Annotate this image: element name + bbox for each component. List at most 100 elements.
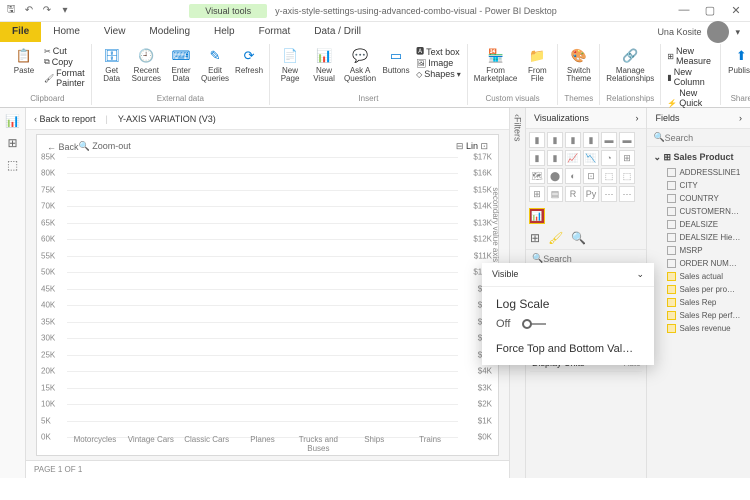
viz-back-button[interactable]: ← Back xyxy=(47,142,79,152)
chevron-down-icon[interactable]: ▾ xyxy=(735,27,740,38)
viz-type-icon[interactable]: ◐ xyxy=(565,168,581,184)
custom-viz-icon[interactable]: 📊 xyxy=(529,208,545,224)
viz-type-icon[interactable]: ⊞ xyxy=(529,186,545,202)
format-tab[interactable]: Format xyxy=(247,22,303,42)
manage-relationships-button[interactable]: 🔗Manage Relationships xyxy=(606,46,654,83)
viz-type-icon[interactable]: ▬ xyxy=(619,132,635,148)
field-item[interactable]: Sales per pro… xyxy=(649,283,748,296)
viz-type-icon[interactable]: ▬ xyxy=(601,132,617,148)
viz-type-icon[interactable]: ⬤ xyxy=(547,168,563,184)
field-item[interactable]: DEALSIZE Hie… xyxy=(649,231,748,244)
publish-icon: ⬆ xyxy=(731,46,750,66)
viz-type-icon[interactable]: ⊞ xyxy=(619,150,635,166)
buttons-button[interactable]: ▭Buttons xyxy=(382,46,410,75)
field-item[interactable]: ADDRESSLINE1 xyxy=(649,166,748,179)
fields-tab-icon[interactable]: ⊞ xyxy=(530,231,540,245)
minimize-icon[interactable]: — xyxy=(674,4,694,17)
field-item[interactable]: CITY xyxy=(649,179,748,192)
field-item[interactable]: DEALSIZE xyxy=(649,218,748,231)
viz-type-icon[interactable]: R xyxy=(565,186,581,202)
report-view-icon[interactable]: 📊 xyxy=(5,114,20,128)
viz-type-icon[interactable]: ▮ xyxy=(583,132,599,148)
new-visual-button[interactable]: 📊New Visual xyxy=(310,46,338,83)
viz-type-icon[interactable]: 📉 xyxy=(583,150,599,166)
viz-type-icon[interactable]: ⋯ xyxy=(601,186,617,202)
viz-lin-toggle[interactable]: ⊟ Lin ⊡ xyxy=(456,141,488,152)
undo-icon[interactable]: ↶ xyxy=(22,4,36,18)
viz-type-icon[interactable]: ▤ xyxy=(547,186,563,202)
data-drill-tab[interactable]: Data / Drill xyxy=(302,22,373,42)
model-view-icon[interactable]: ⬚ xyxy=(7,158,18,172)
viz-type-icon[interactable]: ⊡ xyxy=(583,168,599,184)
log-scale-label: Log Scale xyxy=(496,297,640,311)
viz-type-icon[interactable]: Py xyxy=(583,186,599,202)
user-area[interactable]: Una Kosite ▾ xyxy=(647,22,750,42)
viz-type-icon[interactable]: 📈 xyxy=(565,150,581,166)
ask-question-button[interactable]: 💬Ask A Question xyxy=(344,46,376,83)
viz-zoom-button[interactable]: 🔍 Zoom-out xyxy=(79,141,131,152)
copy-button[interactable]: ⧉ Copy xyxy=(44,57,85,67)
field-item[interactable]: Sales Rep perf… xyxy=(649,309,748,322)
analytics-tab-icon[interactable]: 🔍 xyxy=(571,231,586,245)
enter-data-button[interactable]: ⌨Enter Data xyxy=(167,46,195,83)
from-file-button[interactable]: 📁From File xyxy=(523,46,551,83)
help-tab[interactable]: Help xyxy=(202,22,247,42)
close-icon[interactable]: ✕ xyxy=(726,4,746,17)
edit-queries-button[interactable]: ✎Edit Queries xyxy=(201,46,229,83)
chart-visual[interactable]: ← Back 🔍 Zoom-out ⊟ Lin ⊡ 0K$0K5K$1K10K$… xyxy=(36,134,499,456)
viz-type-icon[interactable]: ⬚ xyxy=(601,168,617,184)
format-tab-icon[interactable]: 🖌 xyxy=(548,231,563,245)
paste-button[interactable]: 📋Paste xyxy=(10,46,38,75)
field-item[interactable]: CUSTOMERN… xyxy=(649,205,748,218)
viz-type-icon[interactable]: ◔ xyxy=(601,150,617,166)
chevron-right-icon[interactable]: › xyxy=(635,113,638,123)
viz-type-icon[interactable]: ▮ xyxy=(529,150,545,166)
viz-type-icon[interactable]: ⬚ xyxy=(619,168,635,184)
new-column-button[interactable]: ▮ New Column xyxy=(667,67,714,87)
viz-search-input[interactable] xyxy=(543,254,640,264)
recent-sources-button[interactable]: 🕘Recent Sources xyxy=(132,46,161,83)
left-rail: 📊 ⊞ ⬚ xyxy=(0,108,26,478)
field-item[interactable]: ORDER NUM… xyxy=(649,257,748,270)
publish-button[interactable]: ⬆Publish xyxy=(727,46,750,75)
viz-type-icon[interactable]: 🗺 xyxy=(529,168,545,184)
back-to-report-link[interactable]: ‹ Back to report xyxy=(34,114,96,124)
shapes-button[interactable]: ◇ Shapes ▾ xyxy=(416,69,461,79)
viz-type-icon[interactable]: ▮ xyxy=(529,132,545,148)
field-item[interactable]: Sales actual xyxy=(649,270,748,283)
modeling-tab[interactable]: Modeling xyxy=(137,22,202,42)
field-item[interactable]: MSRP xyxy=(649,244,748,257)
image-button[interactable]: 🖼 Image xyxy=(416,58,461,68)
viz-type-icon[interactable]: ▮ xyxy=(547,132,563,148)
viz-type-icon[interactable]: ▮ xyxy=(547,150,563,166)
log-scale-toggle[interactable]: Off xyxy=(496,317,640,331)
cut-button[interactable]: ✂ Cut xyxy=(44,46,85,56)
field-item[interactable]: COUNTRY xyxy=(649,192,748,205)
from-marketplace-button[interactable]: 🏪From Marketplace xyxy=(474,46,518,83)
field-item[interactable]: Sales Rep xyxy=(649,296,748,309)
fields-search-input[interactable] xyxy=(665,133,744,143)
redo-icon[interactable]: ↷ xyxy=(40,4,54,18)
field-item[interactable]: Sales revenue xyxy=(649,322,748,335)
new-measure-button[interactable]: ⊞ New Measure xyxy=(667,46,714,66)
chevron-right-icon[interactable]: › xyxy=(739,113,742,123)
viz-type-icon[interactable]: ▮ xyxy=(565,132,581,148)
avatar xyxy=(707,21,729,43)
chevron-down-icon[interactable]: ⌄ xyxy=(636,269,644,280)
view-tab[interactable]: View xyxy=(92,22,138,42)
visual-tools-tab[interactable]: Visual tools xyxy=(189,4,267,18)
new-page-button[interactable]: 📄New Page xyxy=(276,46,304,83)
maximize-icon[interactable]: ▢ xyxy=(700,4,720,17)
switch-theme-button[interactable]: 🎨Switch Theme xyxy=(564,46,593,83)
save-icon[interactable]: 🖫 xyxy=(4,4,18,18)
refresh-button[interactable]: ⟳Refresh xyxy=(235,46,263,75)
file-tab[interactable]: File xyxy=(0,22,41,42)
viz-type-icon[interactable]: ⋯ xyxy=(619,186,635,202)
format-painter-button[interactable]: 🖌 Format Painter xyxy=(44,68,85,88)
text-box-button[interactable]: 🅰 Text box xyxy=(416,46,461,57)
get-data-button[interactable]: 🗄Get Data xyxy=(98,46,126,83)
home-tab[interactable]: Home xyxy=(41,22,92,42)
status-bar: PAGE 1 OF 1 xyxy=(26,460,509,478)
qat-dropdown-icon[interactable]: ▾ xyxy=(58,4,72,18)
data-view-icon[interactable]: ⊞ xyxy=(7,136,17,150)
